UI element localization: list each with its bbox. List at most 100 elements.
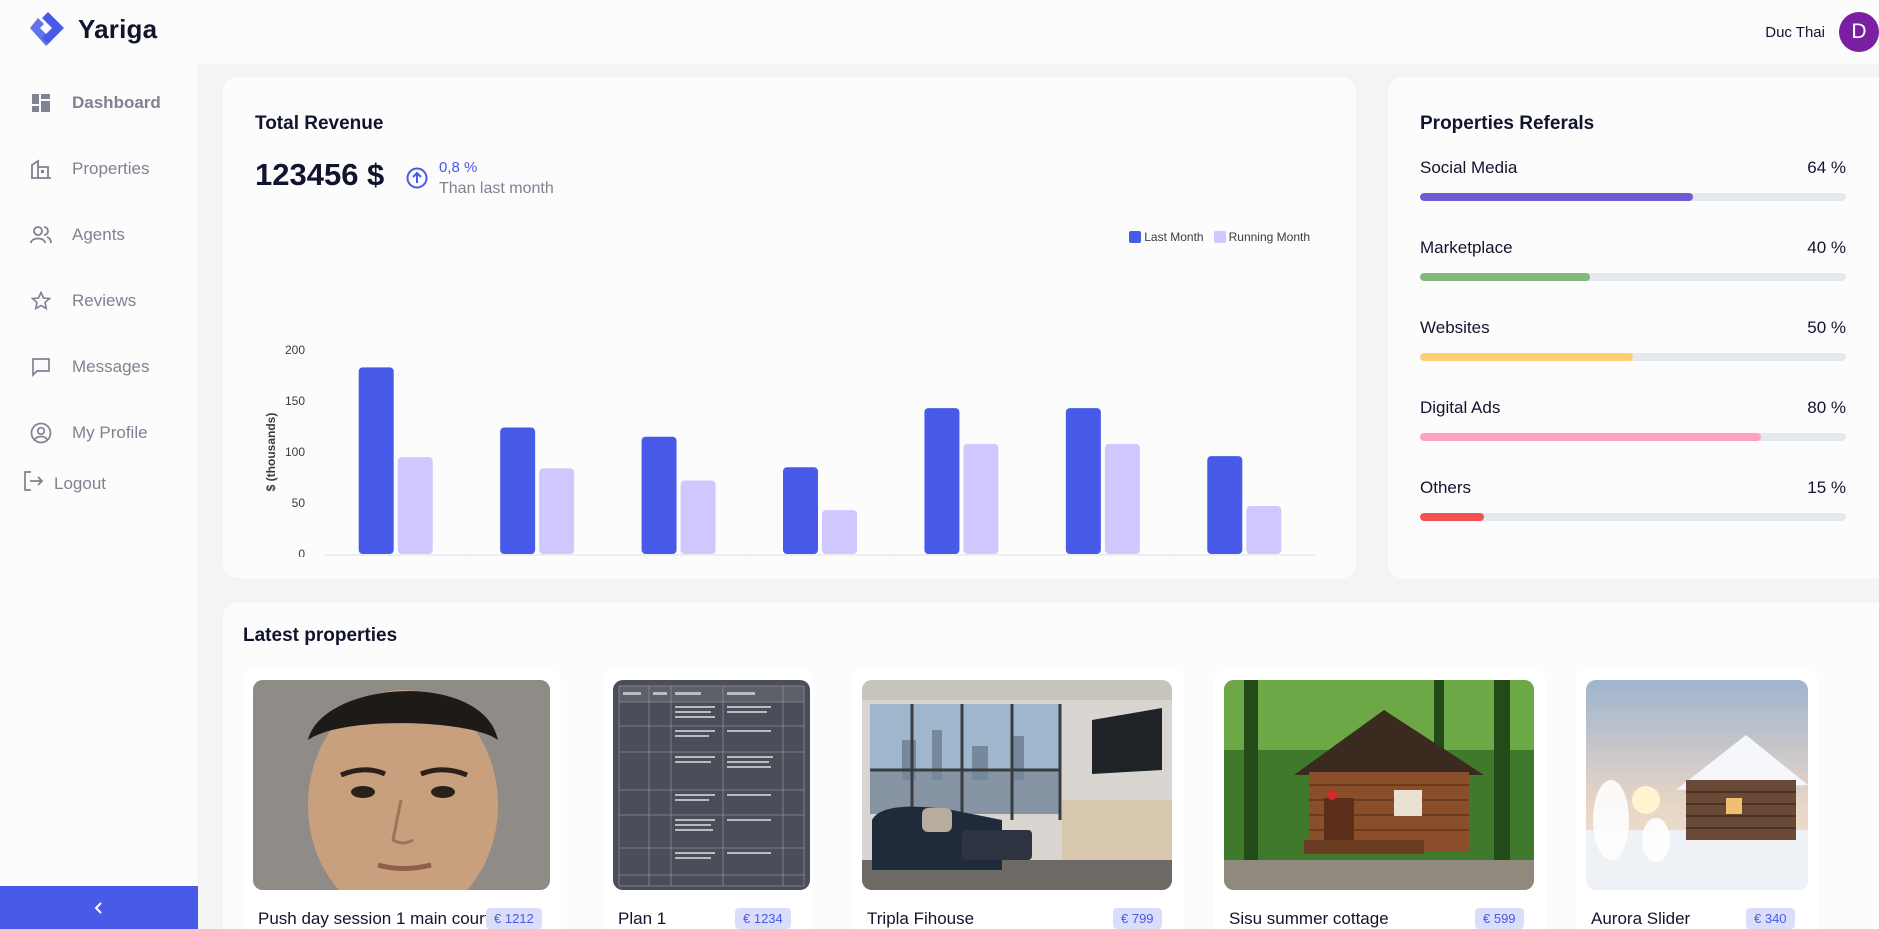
- y-tick-label: 100: [285, 445, 305, 459]
- referral-progress-fill: [1420, 433, 1761, 441]
- sidebar: Yariga Dashboard Properties Agents Revie…: [0, 0, 198, 929]
- bar-last-month: [1065, 408, 1101, 554]
- properties-referrals-card: Properties Referals Social Media 64 % Ma…: [1388, 77, 1879, 578]
- chart-legend: Last Month Running Month: [1129, 230, 1310, 244]
- property-price-badge: € 1212: [486, 908, 542, 929]
- bar-running-month: [963, 443, 999, 554]
- legend-swatch: [1213, 231, 1226, 243]
- total-revenue-card: Total Revenue 123456 $ 0,8 % Than last m…: [223, 77, 1356, 578]
- bar-running-month: [680, 480, 716, 554]
- sidebar-item-label: Dashboard: [72, 93, 161, 112]
- property-photo: [1224, 680, 1534, 890]
- properties-icon: [30, 158, 52, 180]
- collapse-sidebar-button[interactable]: [0, 886, 198, 929]
- avatar[interactable]: D: [1839, 12, 1879, 52]
- property-photo: [862, 680, 1172, 890]
- property-price-badge: € 799: [1113, 908, 1162, 929]
- legend-swatch: [1129, 231, 1142, 243]
- referral-label: Digital Ads: [1420, 398, 1501, 417]
- property-card[interactable]: Plan 1 € 1234: [603, 670, 813, 929]
- referral-progress-track: [1420, 433, 1846, 441]
- app-logo[interactable]: Yariga: [28, 10, 157, 48]
- person-photo-image: [253, 680, 550, 890]
- legend-item-last-month[interactable]: Last Month: [1129, 230, 1204, 244]
- sidebar-item-label: Messages: [72, 357, 150, 376]
- revenue-amount: 123456 $: [255, 157, 385, 192]
- sidebar-item-reviews[interactable]: Reviews: [0, 268, 198, 334]
- referrals-title: Properties Referals: [1420, 113, 1595, 134]
- referral-progress-fill: [1420, 513, 1484, 521]
- referral-progress-track: [1420, 193, 1846, 201]
- revenue-change-caption: Than last month: [439, 180, 554, 197]
- bar-last-month: [641, 436, 677, 554]
- latest-properties-title: Latest properties: [243, 625, 398, 646]
- snowy-cabin-image: [1586, 680, 1808, 890]
- bar-running-month: [1104, 443, 1140, 554]
- logout-label: Logout: [54, 473, 106, 493]
- bar-running-month: [397, 457, 433, 554]
- y-tick-label: 200: [285, 343, 305, 357]
- sidebar-item-messages[interactable]: Messages: [0, 334, 198, 400]
- property-photo: [1586, 680, 1808, 890]
- sidebar-item-dashboard[interactable]: Dashboard: [0, 70, 198, 136]
- referral-progress-fill: [1420, 193, 1693, 201]
- referral-value: 50 %: [1807, 318, 1846, 337]
- property-price-badge: € 1234: [735, 908, 791, 929]
- bar-running-month: [822, 510, 857, 554]
- message-icon: [30, 356, 52, 378]
- bar-last-month: [358, 367, 394, 554]
- user-menu[interactable]: Duc Thai D: [1765, 12, 1879, 52]
- y-tick-label: 150: [285, 394, 305, 408]
- sidebar-item-agents[interactable]: Agents: [0, 202, 198, 268]
- legend-label: Running Month: [1228, 230, 1310, 244]
- y-axis-title: $ (thousands): [264, 413, 278, 492]
- referral-progress-fill: [1420, 353, 1633, 361]
- referral-item: Social Media 64 %: [1420, 158, 1846, 238]
- property-card[interactable]: Aurora Slider € 340: [1576, 670, 1818, 929]
- sidebar-item-my-profile[interactable]: My Profile: [0, 400, 198, 466]
- y-tick-label: 0: [298, 547, 305, 557]
- property-card[interactable]: Tripla Fihouse € 799: [852, 670, 1184, 929]
- referral-value: 15 %: [1807, 478, 1846, 497]
- logout-button[interactable]: Logout: [22, 470, 106, 497]
- property-name: Plan 1: [618, 909, 667, 928]
- referral-progress-track: [1420, 513, 1846, 521]
- bar-last-month: [500, 427, 536, 554]
- workout-plan-table-image: [613, 680, 810, 890]
- referral-value: 64 %: [1807, 158, 1846, 177]
- referral-item: Others 15 %: [1420, 478, 1846, 558]
- bar-last-month: [924, 408, 960, 554]
- bar-last-month: [1207, 456, 1243, 554]
- legend-label: Last Month: [1144, 230, 1204, 244]
- revenue-change: 0,8 %: [439, 159, 478, 176]
- bar-running-month: [539, 468, 575, 554]
- sidebar-nav: Dashboard Properties Agents Reviews Mess…: [0, 70, 198, 466]
- app-name: Yariga: [78, 13, 158, 44]
- dashboard-icon: [30, 92, 52, 114]
- referral-progress-track: [1420, 353, 1846, 361]
- property-card[interactable]: Push day session 1 main court € 1212: [243, 670, 561, 929]
- referral-value: 40 %: [1807, 238, 1846, 257]
- referral-label: Social Media: [1420, 158, 1518, 177]
- referral-item: Websites 50 %: [1420, 318, 1846, 398]
- logo-icon: [30, 12, 64, 46]
- referral-item: Digital Ads 80 %: [1420, 398, 1846, 478]
- apartment-interior-image: [862, 680, 1172, 890]
- sidebar-item-label: Reviews: [72, 291, 137, 310]
- star-icon: [30, 290, 52, 312]
- property-photo: [253, 680, 550, 890]
- sidebar-item-properties[interactable]: Properties: [0, 136, 198, 202]
- property-card[interactable]: Sisu summer cottage € 599: [1214, 670, 1546, 929]
- sidebar-item-label: Properties: [72, 159, 150, 178]
- property-photo: [613, 680, 810, 890]
- y-tick-label: 50: [292, 496, 306, 510]
- top-header: Duc Thai D: [198, 0, 1879, 64]
- legend-item-running-month[interactable]: Running Month: [1213, 230, 1310, 244]
- bar-running-month: [1246, 506, 1282, 554]
- user-name: Duc Thai: [1765, 23, 1825, 41]
- referral-label: Websites: [1420, 318, 1490, 337]
- revenue-bar-chart: $ (thousands)050100150200JanFebMarAprMay…: [264, 343, 1315, 557]
- chevron-left-icon: [94, 901, 102, 914]
- property-name: Push day session 1 main court: [258, 909, 490, 928]
- logout-icon: [22, 470, 44, 497]
